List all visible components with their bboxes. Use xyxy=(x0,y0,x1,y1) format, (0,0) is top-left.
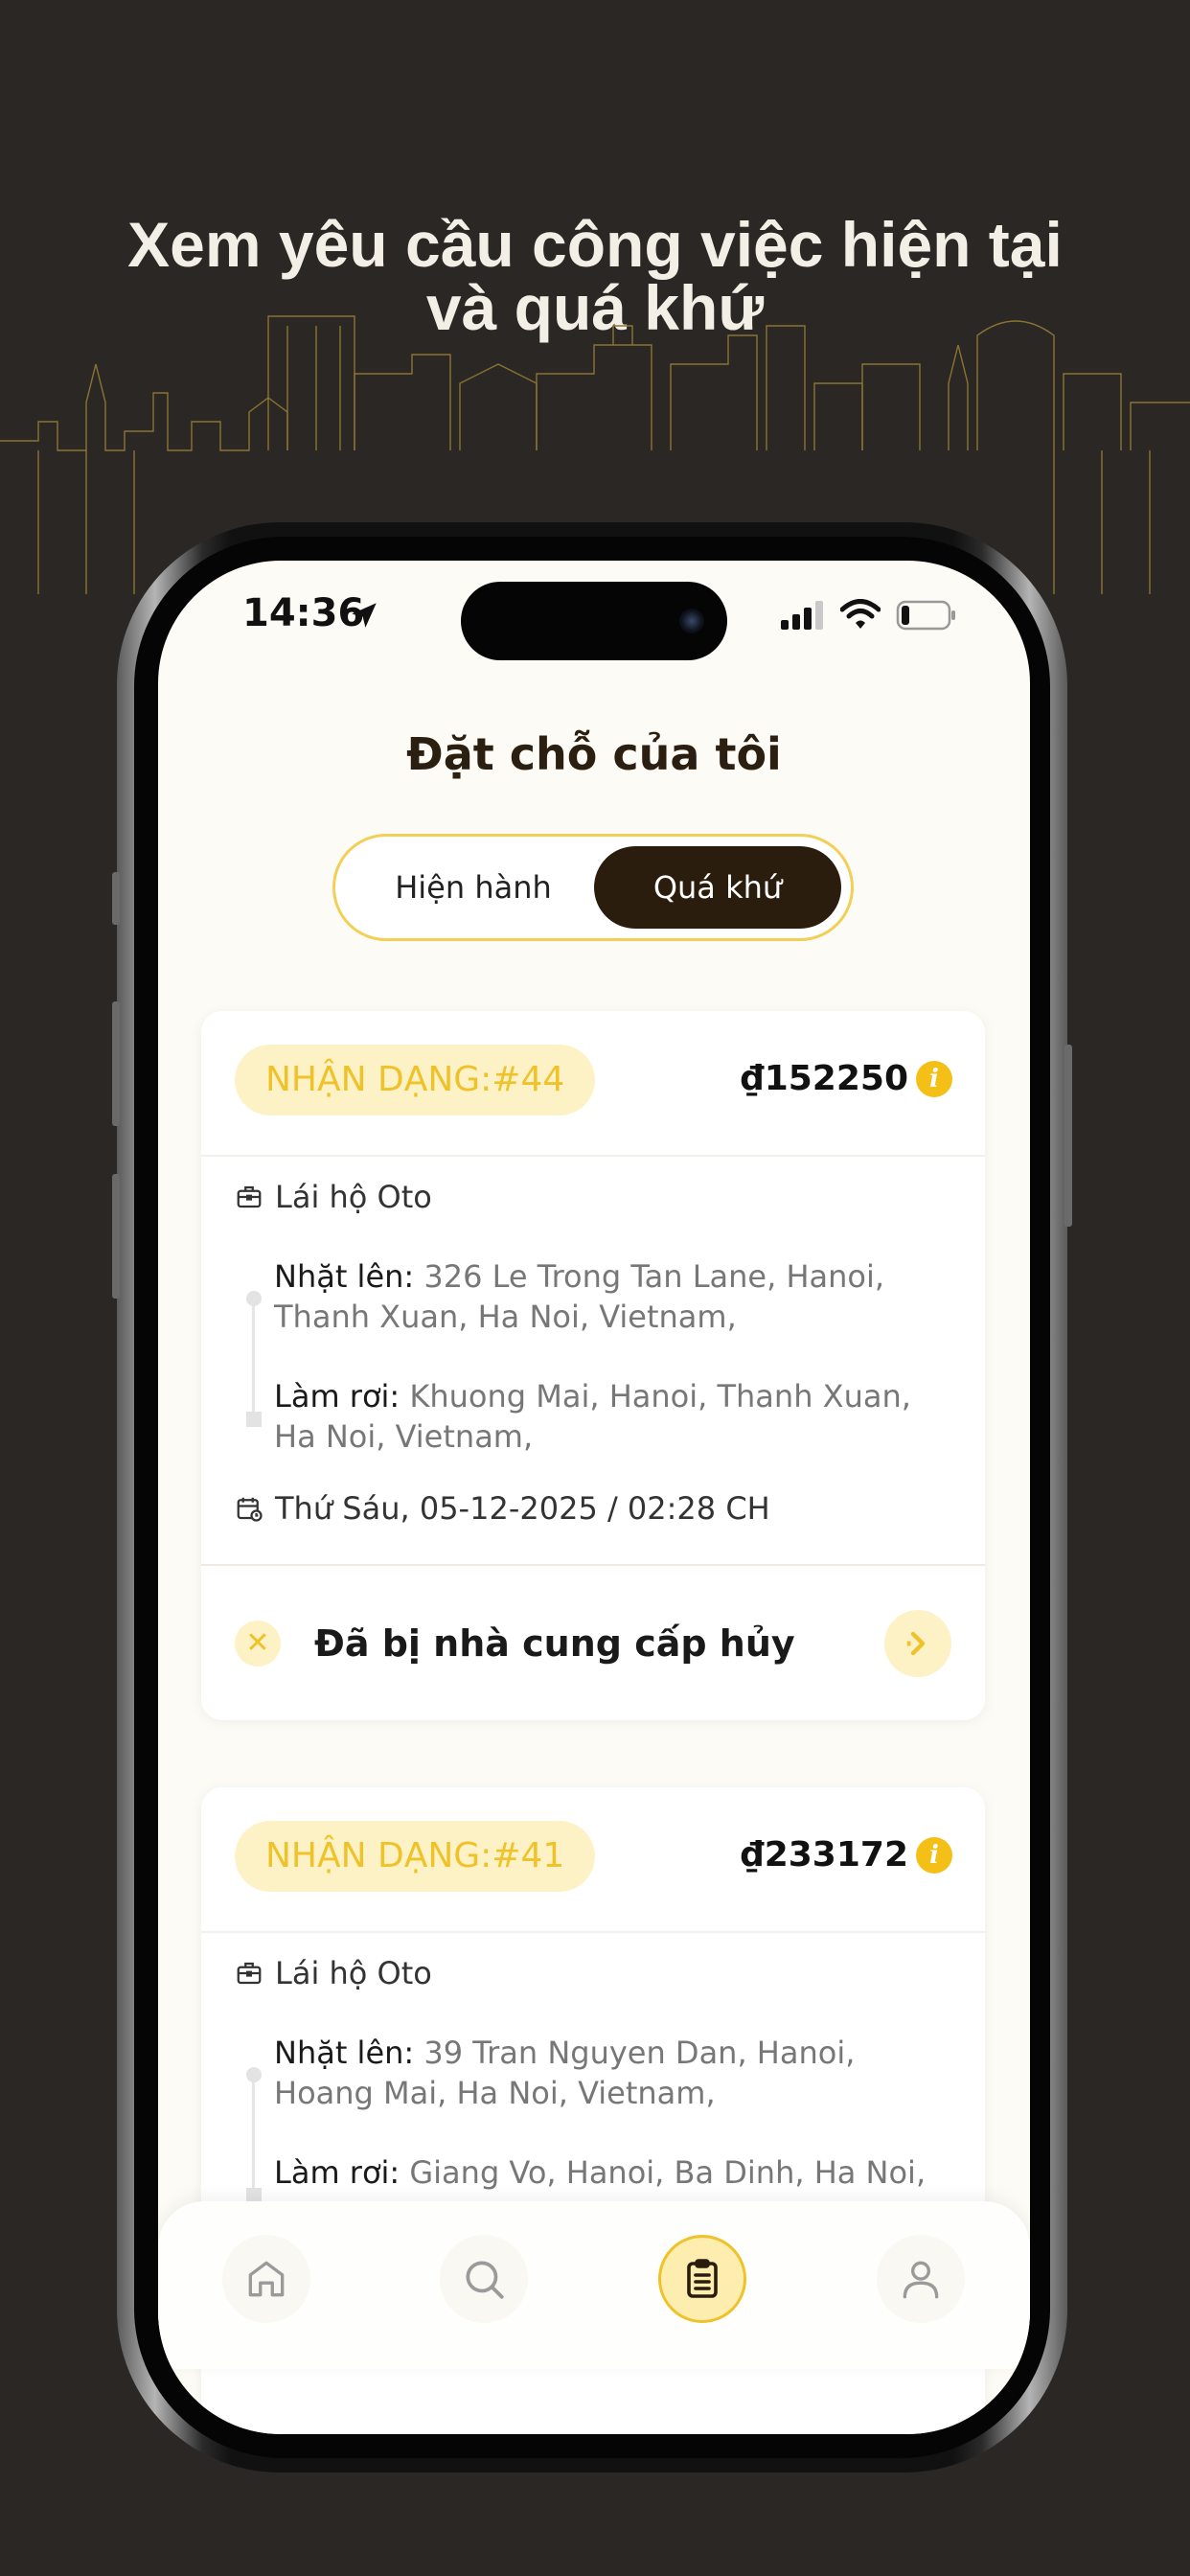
page-title: Đặt chỗ của tôi xyxy=(406,728,782,780)
phone-side-button xyxy=(1064,1045,1072,1227)
view-booking-button[interactable] xyxy=(884,1610,951,1677)
route-line xyxy=(252,1299,255,1418)
cellular-signal-icon xyxy=(781,601,823,630)
dropoff-label: Làm rơi: xyxy=(274,1378,400,1414)
route-line xyxy=(252,2075,255,2195)
booking-price: ₫152250 xyxy=(740,1059,908,1098)
dynamic-island xyxy=(461,582,727,660)
dropoff-address: Làm rơi: Giang Vo, Hanoi, Ba Dinh, Ha No… xyxy=(274,2152,945,2193)
pickup-dot xyxy=(246,2067,262,2082)
datetime-row: Thứ Sáu, 05-12-2025 / 02:28 CH xyxy=(235,1490,770,1527)
pickup-label: Nhặt lên: xyxy=(274,1258,415,1295)
service-name: Lái hộ Oto xyxy=(275,1179,432,1215)
card-divider xyxy=(201,1564,985,1566)
cancelled-x-icon: ✕ xyxy=(235,1621,281,1667)
info-icon[interactable]: i xyxy=(916,1061,952,1097)
wifi-icon xyxy=(840,599,881,629)
phone-side-button xyxy=(112,872,120,925)
booking-id-badge: NHẬN DẠNG:#44 xyxy=(235,1045,596,1116)
briefcase-icon xyxy=(235,1183,263,1211)
booking-id-badge: NHẬN DẠNG:#41 xyxy=(235,1821,596,1892)
front-camera xyxy=(679,609,704,633)
battery-icon xyxy=(896,600,955,631)
nav-home[interactable] xyxy=(222,2235,310,2323)
nav-search[interactable] xyxy=(440,2235,528,2323)
chevron-right-icon xyxy=(906,1631,926,1656)
pickup-label: Nhặt lên: xyxy=(274,2035,415,2071)
booking-card[interactable]: NHẬN DẠNG:#44 ₫152250 i Lái hộ Oto Nhặt … xyxy=(201,1011,985,1720)
tab-current[interactable]: Hiện hành xyxy=(349,846,598,929)
service-row: Lái hộ Oto xyxy=(235,1179,432,1215)
nav-profile[interactable] xyxy=(877,2235,965,2323)
phone-side-button xyxy=(112,1174,120,1299)
booking-tab-toggle: Hiện hành Quá khứ xyxy=(332,834,854,941)
bottom-navigation xyxy=(158,2201,1030,2369)
dropoff-label: Làm rơi: xyxy=(274,2154,400,2191)
home-icon xyxy=(248,2261,285,2297)
headline-line-1: Xem yêu cầu công việc hiện tại xyxy=(127,209,1063,280)
dropoff-address: Làm rơi: Khuong Mai, Hanoi, Thanh Xuan, … xyxy=(274,1376,945,1457)
app-screen: 14:36 Đặt chỗ của tôi Hiện hành Quá khứ xyxy=(158,561,1030,2434)
pickup-dot xyxy=(246,1291,262,1306)
pickup-address: Nhặt lên: 39 Tran Nguyen Dan, Hanoi, Hoa… xyxy=(274,2033,945,2113)
dropoff-dot xyxy=(246,1412,262,1427)
status-time: 14:36 xyxy=(242,591,365,635)
dropoff-value: Giang Vo, Hanoi, Ba Dinh, Ha Noi, xyxy=(409,2154,927,2191)
calendar-icon xyxy=(235,1494,263,1523)
user-icon xyxy=(903,2261,939,2299)
booking-price: ₫233172 xyxy=(740,1835,908,1874)
booking-card-header: NHẬN DẠNG:#44 ₫152250 i xyxy=(201,1011,985,1157)
briefcase-icon xyxy=(235,1959,263,1988)
booking-datetime: Thứ Sáu, 05-12-2025 / 02:28 CH xyxy=(275,1490,770,1527)
service-row: Lái hộ Oto xyxy=(235,1955,432,1991)
search-icon xyxy=(466,2261,504,2299)
clipboard-icon xyxy=(687,2259,718,2298)
pickup-address: Nhặt lên: 326 Le Trong Tan Lane, Hanoi, … xyxy=(274,1256,945,1337)
booking-status: Đã bị nhà cung cấp hủy xyxy=(314,1622,795,1665)
info-icon[interactable]: i xyxy=(916,1837,952,1874)
service-name: Lái hộ Oto xyxy=(275,1955,432,1991)
booking-card-header: NHẬN DẠNG:#41 ₫233172 i xyxy=(201,1787,985,1933)
phone-side-button xyxy=(112,1001,120,1126)
nav-bookings[interactable] xyxy=(658,2235,746,2323)
tab-past[interactable]: Quá khứ xyxy=(594,846,841,929)
location-arrow-icon xyxy=(352,603,377,628)
